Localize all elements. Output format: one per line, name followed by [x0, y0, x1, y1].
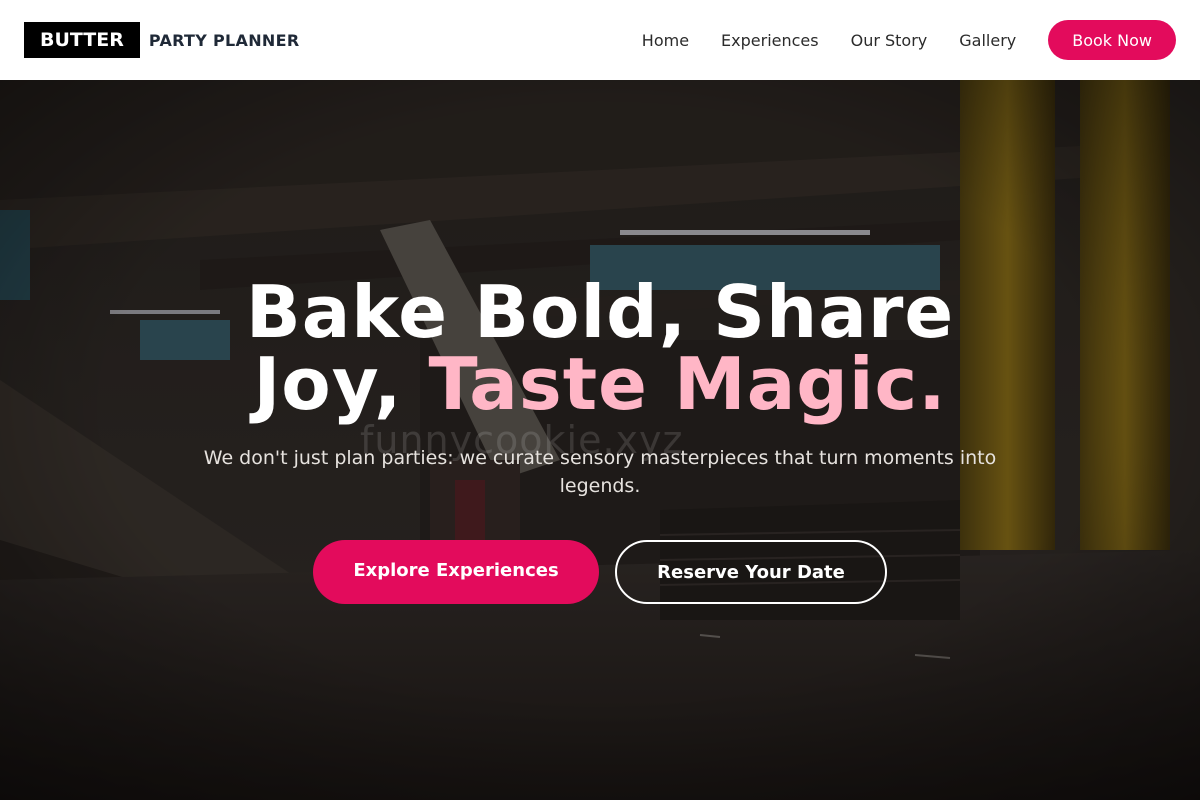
hero-content: Bake Bold, Share Joy, Taste Magic. We do…: [0, 80, 1200, 800]
site-header: BUTTER PARTY PLANNER Home Experiences Ou…: [0, 0, 1200, 80]
logo[interactable]: BUTTER: [24, 22, 140, 58]
hero-section: funnycookie.xyz Bake Bold, Share Joy, Ta…: [0, 80, 1200, 800]
reserve-date-button[interactable]: Reserve Your Date: [615, 540, 887, 604]
explore-experiences-button[interactable]: Explore Experiences: [313, 540, 599, 604]
nav-link-home[interactable]: Home: [642, 31, 689, 50]
nav-link-our-story[interactable]: Our Story: [851, 31, 928, 50]
headline-line-2-plain: Joy,: [253, 342, 429, 426]
nav-link-experiences[interactable]: Experiences: [721, 31, 819, 50]
main-nav: Home Experiences Our Story Gallery Book …: [642, 20, 1176, 60]
book-now-button[interactable]: Book Now: [1048, 20, 1176, 60]
logo-tagline: PARTY PLANNER: [148, 30, 300, 50]
hero-headline: Bake Bold, Share Joy, Taste Magic.: [0, 276, 1200, 420]
hero-subtitle: We don't just plan parties: we curate se…: [203, 447, 997, 497]
logo-label: BUTTER: [40, 29, 124, 51]
headline-accent: Taste Magic.: [428, 342, 947, 426]
hero-cta-group: Explore Experiences Reserve Your Date: [0, 540, 1200, 604]
nav-link-gallery[interactable]: Gallery: [959, 31, 1016, 50]
